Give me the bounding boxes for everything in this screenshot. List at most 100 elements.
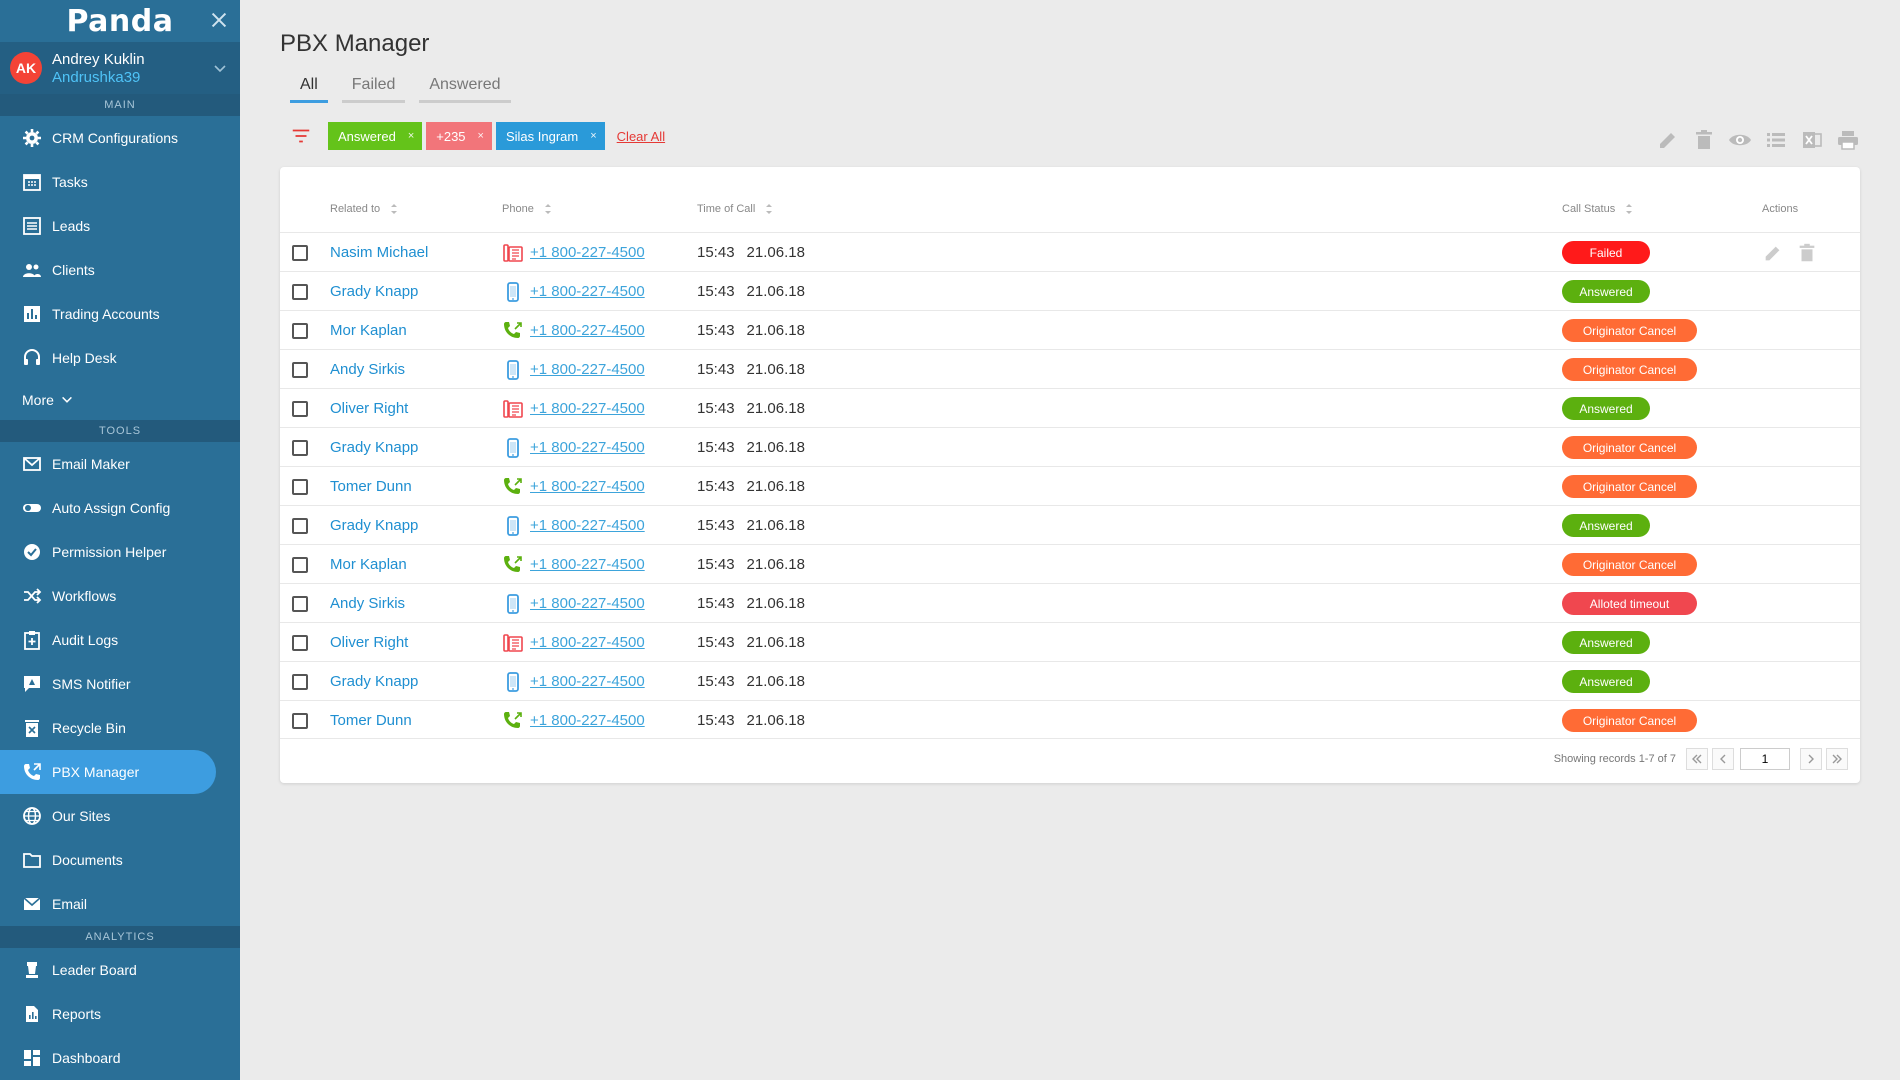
sidebar-item-sms-notifier[interactable]: SMS Notifier (0, 662, 240, 706)
sidebar-item-leads[interactable]: Leads (0, 204, 240, 248)
phone-link[interactable]: +1 800-227-4500 (530, 439, 645, 456)
sidebar-item-audit-logs[interactable]: Audit Logs (0, 618, 240, 662)
phone-link[interactable]: +1 800-227-4500 (530, 673, 645, 690)
close-icon[interactable] (208, 9, 230, 31)
excel-icon[interactable] (1800, 128, 1824, 152)
sidebar-item-our-sites[interactable]: Our Sites (0, 794, 240, 838)
sidebar-item-leader-board[interactable]: Leader Board (0, 948, 240, 992)
column-header-phone[interactable]: Phone (502, 203, 552, 215)
related-to-link[interactable]: Oliver Right (330, 400, 408, 417)
filter-icon[interactable] (290, 125, 312, 147)
row-checkbox[interactable] (292, 634, 308, 651)
row-checkbox[interactable] (292, 361, 308, 378)
chip-remove-icon[interactable]: × (590, 130, 596, 142)
phone-link[interactable]: +1 800-227-4500 (530, 322, 645, 339)
sidebar-item-recycle-bin[interactable]: Recycle Bin (0, 706, 240, 750)
related-to-link[interactable]: Grady Knapp (330, 283, 418, 300)
sidebar-more[interactable]: More (0, 380, 240, 420)
prev-page-button[interactable] (1712, 748, 1734, 770)
column-header-related[interactable]: Related to (330, 203, 398, 215)
chevron-right-icon (1808, 754, 1814, 764)
next-page-button[interactable] (1800, 748, 1822, 770)
row-checkbox[interactable] (292, 517, 308, 534)
sidebar-item-email-maker[interactable]: Email Maker (0, 442, 240, 486)
sidebar-item-tasks[interactable]: Tasks (0, 160, 240, 204)
table-row: Tomer Dunn +1 800-227-4500 15:43 21.06.18 Or… (280, 466, 1860, 505)
list-view-icon[interactable] (1764, 128, 1788, 152)
tab-failed[interactable]: Failed (341, 72, 406, 103)
phone-link[interactable]: +1 800-227-4500 (530, 517, 645, 534)
row-checkbox[interactable] (292, 595, 308, 612)
user-panel[interactable]: AK Andrey Kuklin Andrushka39 (0, 42, 240, 94)
phone-link[interactable]: +1 800-227-4500 (530, 712, 645, 729)
phone-link[interactable]: +1 800-227-4500 (530, 283, 645, 300)
related-to-link[interactable]: Nasim Michael (330, 244, 428, 261)
row-checkbox[interactable] (292, 400, 308, 417)
status-badge: Failed (1562, 241, 1650, 264)
sidebar-item-workflows[interactable]: Workflows (0, 574, 240, 618)
trash-icon[interactable] (1796, 242, 1818, 264)
phone-link[interactable]: +1 800-227-4500 (530, 595, 645, 612)
sidebar-item-reports[interactable]: Reports (0, 992, 240, 1036)
sidebar-item-trading-accounts[interactable]: Trading Accounts (0, 292, 240, 336)
call-date: 21.06.18 (746, 244, 805, 261)
phone-link[interactable]: +1 800-227-4500 (530, 244, 645, 261)
people-icon (22, 260, 42, 280)
last-page-button[interactable] (1826, 748, 1848, 770)
page-number-input[interactable] (1740, 748, 1790, 770)
sidebar-item-auto-assign-config[interactable]: Auto Assign Config (0, 486, 240, 530)
clipboard-icon (22, 630, 42, 650)
chip-remove-icon[interactable]: × (478, 130, 484, 142)
related-to-link[interactable]: Oliver Right (330, 634, 408, 651)
phone-link[interactable]: +1 800-227-4500 (530, 634, 645, 651)
trash-icon[interactable] (1692, 128, 1716, 152)
row-checkbox[interactable] (292, 712, 308, 729)
chevron-down-icon[interactable] (212, 60, 228, 76)
sidebar-item-clients[interactable]: Clients (0, 248, 240, 292)
related-to-link[interactable]: Tomer Dunn (330, 478, 412, 495)
sidebar-item-email[interactable]: Email (0, 882, 240, 926)
status-badge: Originator Cancel (1562, 436, 1697, 459)
table-row: Mor Kaplan +1 800-227-4500 15:43 21.06.18 Or… (280, 544, 1860, 583)
row-checkbox[interactable] (292, 556, 308, 573)
row-checkbox[interactable] (292, 478, 308, 495)
tab-answered[interactable]: Answered (419, 72, 511, 103)
sidebar-item-permission-helper[interactable]: Permission Helper (0, 530, 240, 574)
related-to-link[interactable]: Andy Sirkis (330, 595, 405, 612)
column-header-status[interactable]: Call Status (1562, 203, 1633, 215)
first-page-button[interactable] (1686, 748, 1708, 770)
row-checkbox[interactable] (292, 439, 308, 456)
print-icon[interactable] (1836, 128, 1860, 152)
phone-link[interactable]: +1 800-227-4500 (530, 556, 645, 573)
column-header-time[interactable]: Time of Call (697, 203, 773, 215)
call-date: 21.06.18 (746, 634, 805, 651)
sidebar-item-dashboard[interactable]: Dashboard (0, 1036, 240, 1080)
eye-icon[interactable] (1728, 128, 1752, 152)
sidebar-item-pbx-manager[interactable]: PBX Manager (0, 750, 216, 794)
related-to-link[interactable]: Grady Knapp (330, 517, 418, 534)
column-label: Time of Call (697, 203, 756, 215)
related-to-link[interactable]: Mor Kaplan (330, 322, 407, 339)
phone-link[interactable]: +1 800-227-4500 (530, 361, 645, 378)
related-to-link[interactable]: Tomer Dunn (330, 712, 412, 729)
row-checkbox[interactable] (292, 322, 308, 339)
row-checkbox[interactable] (292, 283, 308, 300)
row-checkbox[interactable] (292, 673, 308, 690)
clear-all-link[interactable]: Clear All (617, 129, 665, 144)
row-checkbox[interactable] (292, 244, 308, 261)
related-to-link[interactable]: Andy Sirkis (330, 361, 405, 378)
sidebar-item-crm-configurations[interactable]: CRM Configurations (0, 116, 240, 160)
related-to-link[interactable]: Mor Kaplan (330, 556, 407, 573)
sidebar-item-documents[interactable]: Documents (0, 838, 240, 882)
related-to-link[interactable]: Grady Knapp (330, 673, 418, 690)
sidebar-item-help-desk[interactable]: Help Desk (0, 336, 240, 380)
tab-all[interactable]: All (290, 72, 328, 103)
table-row: Grady Knapp +1 800-227-4500 15:43 21.06.18 A… (280, 661, 1860, 700)
phone-link[interactable]: +1 800-227-4500 (530, 400, 645, 417)
edit-icon[interactable] (1762, 242, 1784, 264)
table-row: Tomer Dunn +1 800-227-4500 15:43 21.06.18 Or… (280, 700, 1860, 739)
edit-icon[interactable] (1656, 128, 1680, 152)
chip-remove-icon[interactable]: × (408, 130, 414, 142)
related-to-link[interactable]: Grady Knapp (330, 439, 418, 456)
phone-link[interactable]: +1 800-227-4500 (530, 478, 645, 495)
